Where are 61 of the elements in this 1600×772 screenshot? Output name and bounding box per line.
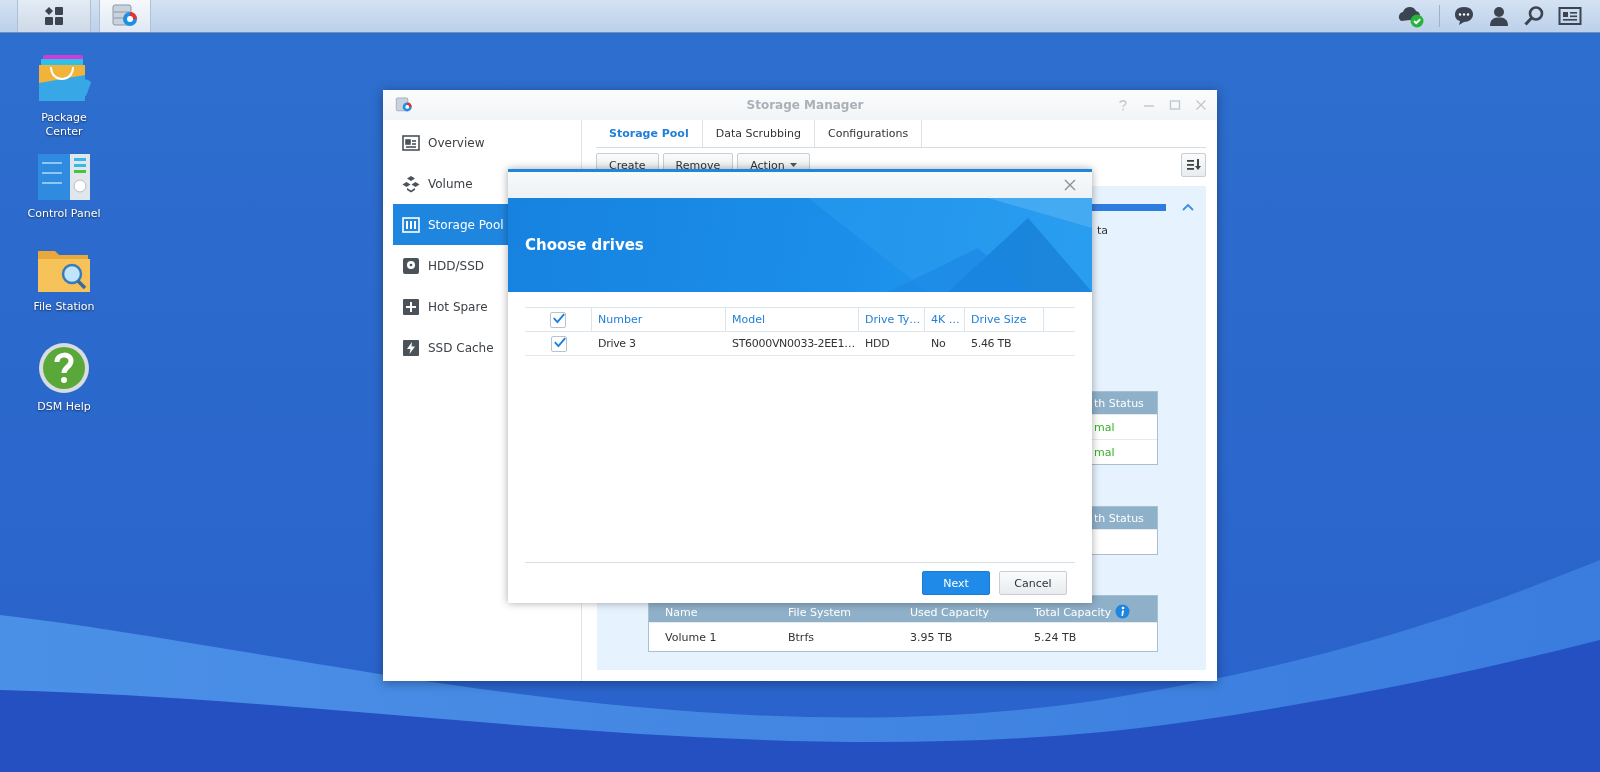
sidebar-item[interactable]: Overview — [393, 122, 581, 163]
spare-icon — [402, 297, 420, 316]
desktop-icon-label[interactable]: Control Panel — [27, 207, 101, 221]
table-cell: 5.24 TB — [1034, 630, 1077, 644]
window-title: Storage Manager — [745, 98, 865, 112]
storage-icon — [111, 3, 139, 29]
cache-icon — [402, 338, 420, 357]
control-panel-icon[interactable] — [37, 153, 91, 201]
table-cell-text: Btrfs — [788, 630, 815, 644]
caret-icon — [789, 163, 797, 167]
sort-button[interactable] — [1181, 153, 1206, 177]
table-cell-text: Drive 3 — [597, 337, 637, 350]
column-header[interactable]: Number — [592, 308, 726, 331]
column-header[interactable]: Model — [726, 308, 859, 331]
column-header[interactable]: Drive Size — [965, 308, 1044, 331]
table-cell-text: 3.95 TB — [910, 630, 954, 644]
tab[interactable]: Data Scrubbing — [702, 120, 815, 147]
info-icon[interactable] — [1115, 604, 1131, 619]
folder-search-icon[interactable] — [37, 248, 91, 294]
table-cell-text: HDD — [864, 337, 891, 350]
main-menu-button[interactable] — [17, 0, 91, 32]
desktop-icon-label[interactable]: File Station — [33, 300, 95, 314]
column-header[interactable]: 4K … — [925, 308, 965, 331]
column-header: Total Capacity — [1034, 606, 1112, 619]
cloud-check-icon[interactable] — [1396, 4, 1426, 28]
column-header[interactable]: Drive Ty… — [859, 308, 925, 331]
search-icon[interactable] — [1523, 5, 1545, 27]
table-cell-text: ST6000VN0033-2EE1… — [731, 337, 856, 350]
storage-icon — [395, 96, 413, 114]
tab[interactable]: Storage Pool — [596, 120, 703, 147]
grid-icon — [44, 6, 64, 26]
app-button[interactable] — [99, 0, 151, 32]
overview-icon — [402, 133, 420, 152]
pool-icon — [402, 215, 420, 234]
cancel-button[interactable]: Cancel — [999, 571, 1067, 595]
column-header: th Status — [1094, 511, 1144, 525]
volume-icon — [402, 174, 420, 193]
close-icon[interactable] — [1064, 179, 1076, 191]
column-header: th Status — [1094, 396, 1144, 410]
hdd-icon — [402, 256, 420, 275]
status-text: mal — [1094, 420, 1115, 434]
help-icon[interactable] — [38, 342, 90, 394]
row-checkbox[interactable] — [550, 335, 567, 352]
collapse-icon[interactable] — [1182, 203, 1194, 211]
id-card-icon[interactable] — [1558, 6, 1582, 26]
status-text: mal — [1094, 445, 1115, 459]
desktop-icon-label[interactable]: DSM Help — [37, 400, 91, 414]
sort-icon — [1185, 158, 1202, 172]
column-header: File System — [788, 606, 852, 619]
select-all-checkbox[interactable] — [550, 311, 566, 328]
column-header: Name — [665, 606, 699, 619]
user-icon[interactable] — [1488, 5, 1510, 27]
table-cell-text: 5.46 TB — [970, 337, 1013, 350]
next-button[interactable]: Next — [922, 571, 990, 595]
desktop-icon-label[interactable]: Package Center — [34, 111, 94, 139]
description-text: ta — [1097, 224, 1109, 237]
tab[interactable]: Configurations — [814, 120, 923, 147]
table-cell-text: Volume 1 — [665, 630, 718, 644]
chat-icon[interactable] — [1453, 5, 1475, 27]
column-header: Used Capacity — [910, 606, 991, 619]
table-cell-text: No — [930, 337, 947, 350]
